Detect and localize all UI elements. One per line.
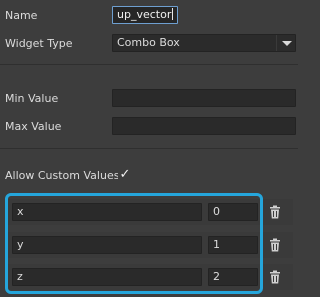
divider [0,148,298,149]
widget-type-combo[interactable]: Combo Box [112,34,296,52]
name-input-value: up_vector [117,8,172,21]
trash-icon[interactable] [268,205,282,219]
chevron-down-icon[interactable] [276,35,295,51]
name-label: Name [5,9,38,22]
trash-icon[interactable] [268,270,282,284]
allow-custom-values-checkbox[interactable]: ✓ [118,168,132,182]
widget-type-value: Combo Box [117,36,180,49]
trash-icon[interactable] [268,238,282,252]
divider [0,64,298,65]
min-value-label: Min Value [5,92,59,105]
max-value-input[interactable] [112,117,296,135]
min-value-input[interactable] [112,89,296,107]
max-value-label: Max Value [5,120,62,133]
custom-values-highlight [5,193,263,294]
name-input[interactable]: up_vector [112,6,178,24]
checkmark-icon: ✓ [119,167,131,182]
widget-type-label: Widget Type [5,37,73,50]
allow-custom-values-label: Allow Custom Values [5,169,120,182]
text-caret [172,8,174,20]
